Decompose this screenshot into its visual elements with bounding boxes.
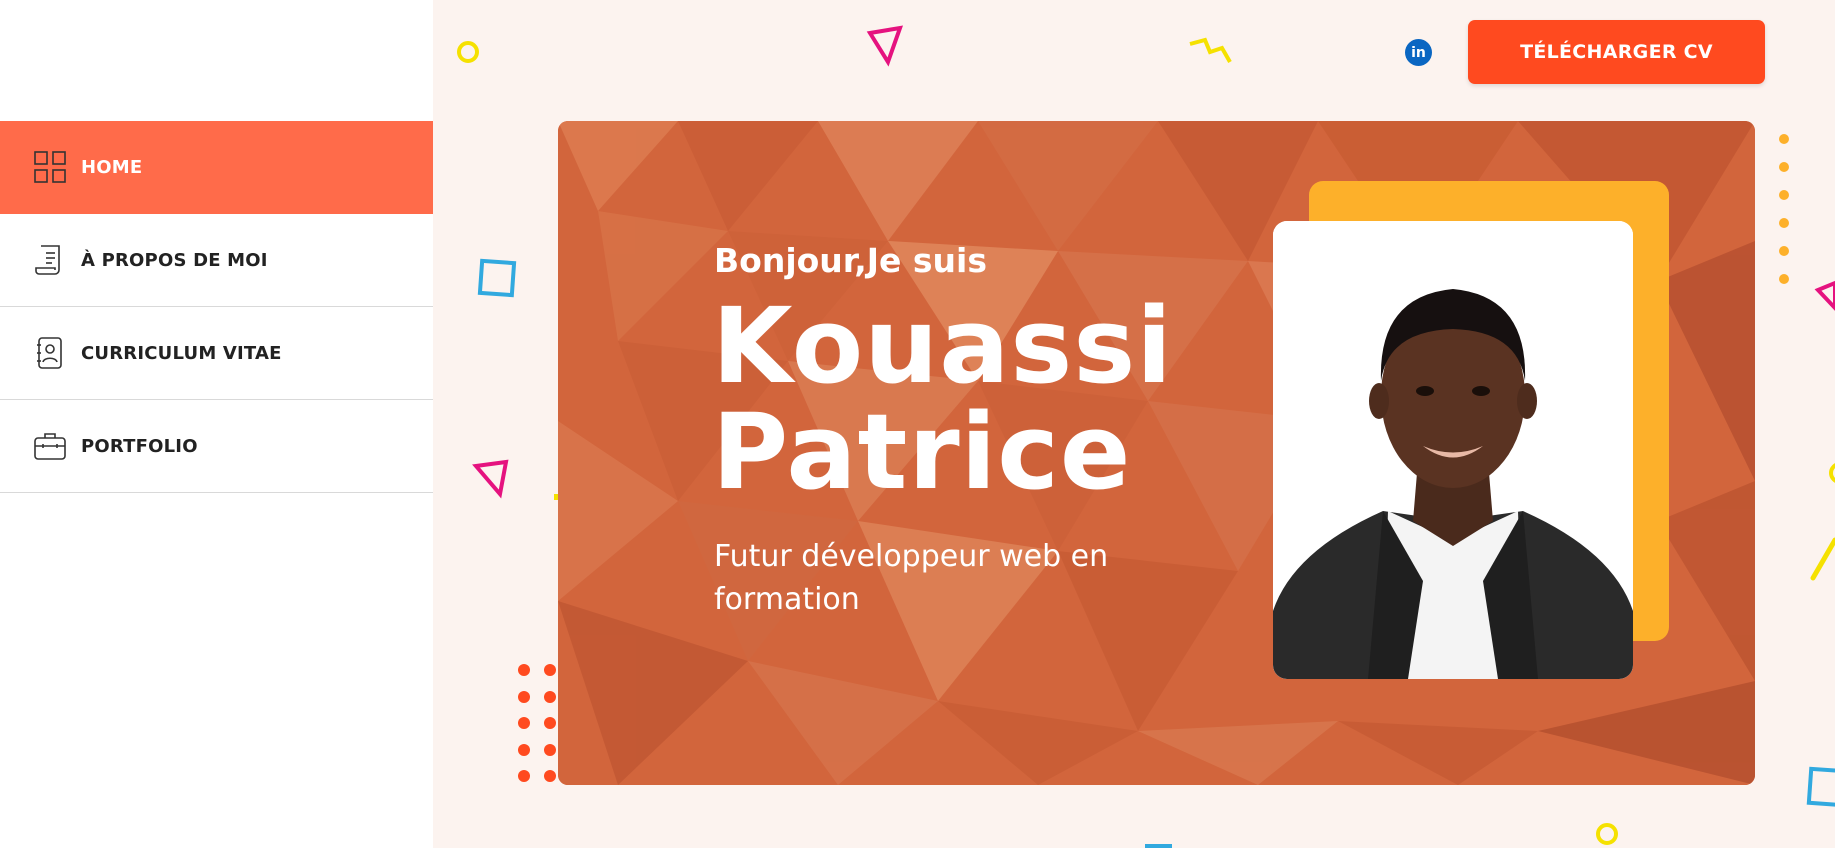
hero-name-last: Patrice (712, 391, 1132, 513)
linkedin-text: in (1411, 44, 1426, 61)
hero-name-first: Kouassi (712, 285, 1173, 407)
portrait-illustration (1273, 221, 1633, 679)
hero-name: Kouassi Patrice (712, 293, 1173, 505)
profile-photo (1273, 221, 1633, 679)
hero-tagline: Futur développeur web en formation (714, 539, 1109, 617)
linkedin-icon[interactable]: in (1405, 39, 1432, 66)
download-cv-label: TÉLÉCHARGER CV (1520, 41, 1713, 63)
hero-greeting: Bonjour,Je suis (714, 241, 987, 280)
download-cv-button[interactable]: TÉLÉCHARGER CV (1468, 20, 1765, 84)
hero-banner: Bonjour,Je suis Kouassi Patrice Futur dé… (558, 121, 1755, 785)
